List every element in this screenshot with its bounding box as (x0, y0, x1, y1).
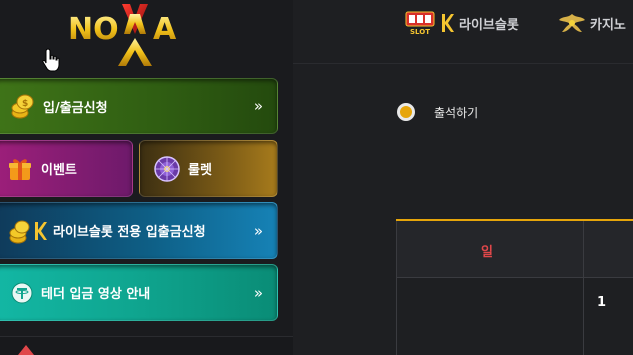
sidebar: NO A $ 입/출금신청 » 이벤트 룰렛 라이브슬롯 전용 입출금신청 » … (0, 0, 293, 355)
roulette-button[interactable]: 룰렛 (139, 140, 278, 197)
tether-guide-button[interactable]: 테더 입금 영상 안내 » (0, 264, 278, 321)
attendance-calendar: 일 1 (396, 219, 633, 355)
calendar-divider (583, 221, 584, 355)
logo-text: NO (68, 12, 119, 47)
roulette-wheel-icon (154, 155, 180, 182)
casino-wings-icon (559, 14, 585, 32)
deposit-withdraw-button[interactable]: $ 입/출금신청 » (0, 78, 278, 134)
nav-live-slot-label: 라이브슬롯 (459, 17, 519, 33)
nova-logo[interactable]: NO A (60, 4, 210, 66)
hand-cursor-icon (42, 48, 60, 72)
chevron-right-icon: » (253, 97, 263, 115)
chevron-right-icon: » (253, 283, 263, 302)
calendar-divider (396, 221, 397, 355)
k-brand-icon (442, 14, 454, 32)
chevron-right-icon: » (253, 221, 263, 240)
roulette-label: 룰렛 (188, 163, 212, 178)
live-slot-deposit-label: 라이브슬롯 전용 입출금신청 (53, 225, 206, 240)
attendance-panel: 출석하기 일 1 (293, 64, 633, 355)
calendar-header-sunday: 일 (481, 245, 493, 260)
partial-icon (18, 345, 34, 355)
nav-casino-label: 카지노 (590, 17, 626, 33)
attendance-radio[interactable] (397, 103, 415, 121)
tether-guide-label: 테더 입금 영상 안내 (41, 287, 151, 302)
live-slot-deposit-button[interactable]: 라이브슬롯 전용 입출금신청 » (0, 202, 278, 259)
calendar-header-row (396, 221, 633, 278)
event-label: 이벤트 (41, 163, 77, 178)
svg-text:$: $ (22, 99, 28, 109)
gift-icon (9, 158, 31, 180)
svg-text:SLOT: SLOT (410, 28, 430, 36)
slot-machine-icon: SLOT (405, 11, 435, 36)
top-navigation: SLOT 라이브슬롯 카지노 (293, 0, 633, 64)
deposit-withdraw-label: 입/출금신청 (43, 100, 108, 116)
calendar-week-row (396, 278, 633, 355)
page: NO A $ 입/출금신청 » 이벤트 룰렛 라이브슬롯 전용 입출금신청 » … (0, 0, 633, 355)
calendar-day-cell[interactable]: 1 (597, 295, 606, 310)
tether-icon (11, 282, 33, 303)
coins-icon (9, 220, 30, 243)
sidebar-next-item[interactable] (0, 336, 293, 355)
nav-casino[interactable]: 카지노 (558, 10, 626, 36)
nav-live-slot[interactable]: SLOT 라이브슬롯 (405, 10, 519, 36)
svg-text:A: A (153, 12, 177, 47)
event-button[interactable]: 이벤트 (0, 140, 133, 197)
coins-icon: $ (11, 94, 34, 119)
attendance-label[interactable]: 출석하기 (434, 104, 478, 121)
k-brand-icon (35, 221, 47, 240)
